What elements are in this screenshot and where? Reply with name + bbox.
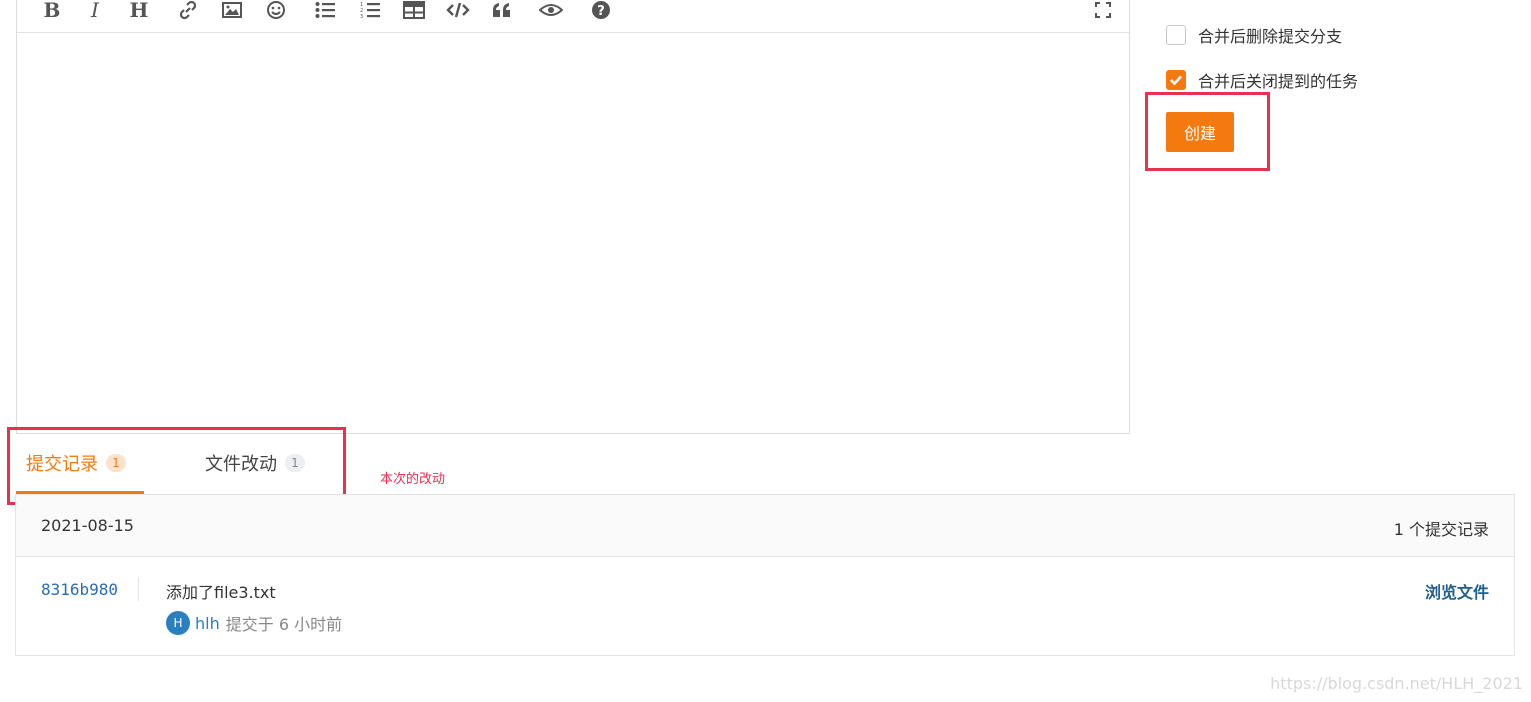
commit-author-line: H hlh 提交于 6 小时前 <box>166 611 342 635</box>
commit-group-header: 2021-08-15 1 个提交记录 <box>16 495 1514 557</box>
close-issues-option[interactable]: 合并后关闭提到的任务 <box>1166 68 1358 92</box>
commit-message[interactable]: 添加了file3.txt <box>166 579 276 603</box>
table-icon[interactable] <box>401 0 427 22</box>
delete-branch-option[interactable]: 合并后删除提交分支 <box>1166 23 1342 47</box>
svg-text:3: 3 <box>360 14 363 19</box>
browse-files-link[interactable]: 浏览文件 <box>1425 579 1489 603</box>
heading-icon[interactable]: H <box>126 0 152 22</box>
delete-branch-label: 合并后删除提交分支 <box>1198 27 1343 46</box>
checkmark-icon <box>1170 75 1182 86</box>
close-issues-label: 合并后关闭提到的任务 <box>1198 72 1359 91</box>
commit-time: 提交于 6 小时前 <box>225 615 343 634</box>
divider <box>138 577 139 601</box>
annotation-box-create <box>1145 92 1270 171</box>
author-name[interactable]: hlh <box>195 614 220 633</box>
bold-icon[interactable]: B <box>39 0 65 22</box>
editor-textarea[interactable] <box>17 34 1129 433</box>
preview-eye-icon[interactable] <box>538 0 564 22</box>
commit-sha[interactable]: 8316b980 <box>41 580 118 599</box>
help-icon[interactable]: ? <box>588 0 614 22</box>
svg-text:?: ? <box>597 4 605 19</box>
editor-toolbar: B I H 123 ? <box>17 0 1129 33</box>
numbered-list-icon[interactable]: 123 <box>357 0 383 22</box>
commit-date: 2021-08-15 <box>41 516 134 535</box>
bullet-list-icon[interactable] <box>312 0 338 22</box>
fullscreen-icon[interactable] <box>1090 0 1116 22</box>
quote-icon[interactable] <box>489 0 515 22</box>
italic-icon[interactable]: I <box>82 0 108 22</box>
emoji-icon[interactable] <box>263 0 289 22</box>
watermark: https://blog.csdn.net/HLH_2021 <box>1270 674 1523 693</box>
code-icon[interactable] <box>445 0 471 22</box>
close-issues-checkbox[interactable] <box>1166 70 1186 90</box>
avatar[interactable]: H <box>166 611 190 635</box>
markdown-editor: B I H 123 ? <box>16 0 1130 434</box>
link-icon[interactable] <box>175 0 201 22</box>
annotation-text: 本次的改动 <box>380 472 446 487</box>
delete-branch-checkbox[interactable] <box>1166 25 1186 45</box>
commit-list: 2021-08-15 1 个提交记录 8316b980 添加了file3.txt… <box>15 494 1515 656</box>
commit-count: 1 个提交记录 <box>1393 520 1489 539</box>
image-icon[interactable] <box>219 0 245 22</box>
